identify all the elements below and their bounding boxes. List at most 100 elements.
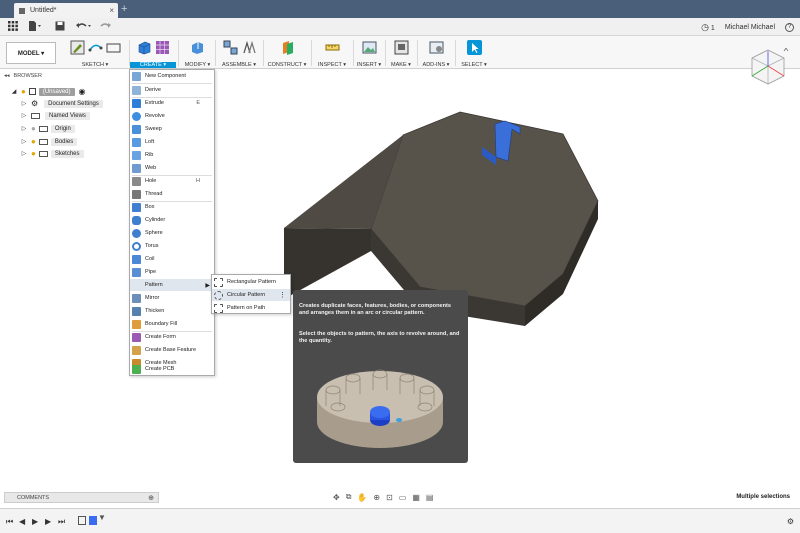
new-component-icon[interactable] — [223, 40, 238, 55]
insert-label[interactable]: INSERT ▾ — [354, 62, 384, 68]
lightbulb-icon[interactable]: ● — [31, 149, 36, 158]
activate-radio-icon[interactable]: ◉ — [79, 87, 86, 96]
assemble-group[interactable]: ASSEMBLE ▾ — [216, 38, 262, 68]
comments-panel-bar[interactable]: COMMENTS ⊕ — [4, 492, 159, 503]
inspect-label[interactable]: INSPECT ▾ — [312, 62, 352, 68]
menu-item-new-component[interactable]: New Component — [130, 70, 214, 82]
construct-label[interactable]: CONSTRUCT ▾ — [264, 62, 310, 68]
expand-icon[interactable]: ▷ — [20, 138, 28, 145]
form-icon[interactable] — [155, 40, 170, 55]
display-settings-icon[interactable]: ▭ — [399, 493, 407, 502]
menu-item-torus[interactable]: Torus — [130, 240, 214, 252]
tree-item-bodies[interactable]: ▷ ● Bodies — [20, 136, 78, 147]
pan-icon[interactable]: ✋ — [357, 493, 367, 502]
rectangle-icon[interactable] — [106, 40, 121, 55]
menu-item-sweep[interactable]: Sweep — [130, 123, 214, 135]
viewports-icon[interactable]: ▤ — [426, 493, 434, 502]
tree-item-named-views[interactable]: ▷ Named Views — [20, 110, 90, 121]
orbit-icon[interactable]: ✥ — [333, 493, 340, 502]
sketch-group[interactable]: SKETCH ▾ — [62, 38, 128, 68]
select-group[interactable]: SELECT ▾ — [456, 38, 492, 68]
menu-item-loft[interactable]: Loft — [130, 136, 214, 148]
menu-item-create-pcb[interactable]: Create PCB — [130, 363, 214, 375]
menu-item-hole[interactable]: Hole H — [130, 175, 214, 187]
make-group[interactable]: MAKE ▾ — [386, 38, 416, 68]
expand-icon[interactable]: ▷ — [20, 125, 28, 132]
menu-item-cylinder[interactable]: Cylinder — [130, 214, 214, 226]
create-label[interactable]: CREATE ▾ — [130, 62, 176, 68]
menu-item-rectangular-pattern[interactable]: Rectangular Pattern — [212, 276, 290, 288]
lightbulb-icon[interactable]: ● — [31, 124, 36, 133]
menu-item-boundary-fill[interactable]: Boundary Fill — [130, 318, 214, 330]
add-ins-label[interactable]: ADD-INS ▾ — [418, 62, 454, 68]
modify-label[interactable]: MODIFY ▾ — [180, 62, 215, 68]
browser-header[interactable]: ◂◂ BROWSER — [0, 71, 128, 80]
zoom-window-icon[interactable]: ⊡ — [386, 493, 393, 502]
menu-item-pipe[interactable]: Pipe — [130, 266, 214, 278]
expand-icon[interactable]: ▷ — [20, 112, 28, 119]
insert-image-icon[interactable] — [362, 40, 377, 55]
menu-item-rib[interactable]: Rib — [130, 149, 214, 161]
tree-item-label[interactable]: Origin — [50, 124, 75, 133]
document-tab[interactable]: Untitled* × — [14, 3, 118, 18]
expand-icon[interactable]: ◢ — [10, 88, 18, 95]
play-icon[interactable]: ▶ — [32, 517, 38, 526]
tree-item-document-settings[interactable]: ▷ ⚙ Document Settings — [20, 98, 103, 109]
zoom-icon[interactable]: ⊕ — [373, 493, 380, 502]
menu-item-create-form[interactable]: Create Form — [130, 331, 214, 343]
measure-icon[interactable] — [325, 40, 340, 55]
app-grid-icon[interactable] — [8, 21, 18, 34]
make-3d-print-icon[interactable] — [394, 40, 409, 55]
sketch-feature-icon[interactable] — [78, 516, 86, 525]
menu-item-extrude[interactable]: Extrude E — [130, 97, 214, 109]
insert-group[interactable]: INSERT ▾ — [354, 38, 384, 68]
collapse-panel-icon[interactable]: ◂◂ — [4, 73, 10, 79]
tree-item-label[interactable]: Sketches — [50, 149, 84, 158]
help-button[interactable]: ? — [785, 23, 794, 32]
tree-item-sketches[interactable]: ▷ ● Sketches — [20, 148, 84, 159]
redo-icon[interactable] — [99, 21, 115, 34]
tree-item-origin[interactable]: ▷ ● Origin — [20, 123, 75, 134]
workspace-switcher[interactable]: MODEL ▾ — [6, 42, 56, 64]
tree-item-label[interactable]: Document Settings — [44, 99, 103, 108]
go-to-start-icon[interactable]: ⏮ — [6, 517, 13, 527]
menu-item-thicken[interactable]: Thicken — [130, 305, 214, 317]
tree-root-label[interactable]: (Unsaved) — [38, 87, 75, 96]
press-pull-icon[interactable] — [190, 40, 205, 55]
more-options-icon[interactable]: ⋮ — [279, 291, 286, 299]
tree-root[interactable]: ◢ ● (Unsaved) ◉ — [10, 86, 86, 97]
assemble-label[interactable]: ASSEMBLE ▾ — [216, 62, 262, 68]
offset-plane-icon[interactable] — [280, 40, 295, 55]
file-menu-icon[interactable] — [28, 21, 42, 34]
grid-snap-icon[interactable]: ▦ — [412, 493, 420, 502]
joint-icon[interactable] — [241, 40, 256, 55]
add-comment-icon[interactable]: ⊕ — [148, 494, 154, 502]
job-status[interactable]: ◷ 1 — [701, 22, 715, 33]
menu-item-derive[interactable]: Derive — [130, 84, 214, 96]
view-cube[interactable] — [744, 48, 792, 88]
lightbulb-icon[interactable]: ● — [21, 87, 26, 96]
timeline-marker-icon[interactable]: ▼ — [98, 513, 106, 522]
undo-icon[interactable] — [76, 21, 92, 34]
user-menu[interactable]: Michael Michael — [725, 24, 775, 31]
select-cursor-icon[interactable] — [466, 39, 482, 55]
line-icon[interactable] — [88, 40, 103, 55]
menu-item-sphere[interactable]: Sphere — [130, 227, 214, 239]
create-group[interactable]: CREATE ▾ — [130, 38, 176, 68]
menu-item-web[interactable]: Web — [130, 162, 214, 174]
go-to-end-icon[interactable]: ⏭ — [58, 517, 65, 527]
plate-side-face[interactable] — [284, 228, 371, 299]
menu-item-create-base-feature[interactable]: Create Base Feature — [130, 344, 214, 356]
expand-icon[interactable]: ▷ — [20, 150, 28, 157]
new-tab-button[interactable]: + — [121, 3, 127, 15]
menu-item-thread[interactable]: Thread — [130, 188, 214, 200]
extrude-icon[interactable] — [137, 40, 152, 55]
select-label[interactable]: SELECT ▾ — [456, 62, 492, 68]
add-ins-group[interactable]: ADD-INS ▾ — [418, 38, 454, 68]
close-tab-icon[interactable]: × — [109, 6, 114, 15]
step-forward-icon[interactable]: ▶ — [45, 517, 51, 526]
lightbulb-icon[interactable]: ● — [31, 137, 36, 146]
modify-group[interactable]: MODIFY ▾ — [180, 38, 215, 68]
menu-item-circular-pattern[interactable]: Circular Pattern ⋮ — [212, 289, 290, 301]
menu-item-pattern-on-path[interactable]: Pattern on Path — [212, 302, 290, 314]
